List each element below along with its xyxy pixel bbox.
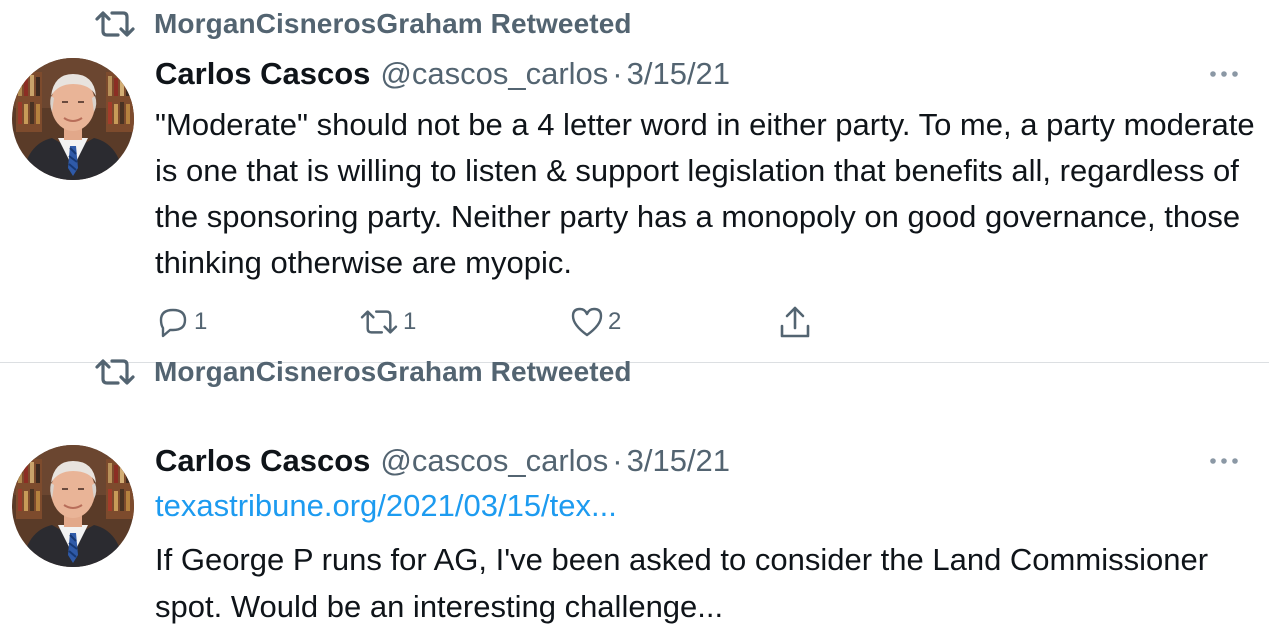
retweeted-by-label[interactable]: MorganCisnerosGraham Retweeted: [154, 8, 632, 40]
tweet-link[interactable]: texastribune.org/2021/03/15/tex...: [155, 488, 617, 524]
more-icon[interactable]: [1205, 449, 1243, 473]
retweet-icon: [359, 306, 399, 338]
author-name[interactable]: Carlos Cascos: [155, 56, 370, 92]
tweet-header: Carlos Cascos @cascos_carlos · 3/15/21: [155, 441, 730, 481]
author-name[interactable]: Carlos Cascos: [155, 443, 370, 479]
tweet-text: "Moderate" should not be a 4 letter word…: [155, 107, 1255, 280]
reply-count: 1: [194, 308, 208, 335]
author-handle[interactable]: @cascos_carlos: [380, 443, 608, 479]
retweet-icon: [94, 355, 136, 389]
author-handle[interactable]: @cascos_carlos: [380, 56, 608, 92]
tweet-date[interactable]: 3/15/21: [627, 443, 730, 479]
retweet-context: MorganCisnerosGraham Retweeted: [94, 6, 632, 42]
tweet-text: If George P runs for AG, I've been asked…: [155, 542, 1209, 624]
retweet-icon: [94, 7, 136, 41]
separator-dot: ·: [612, 443, 623, 478]
retweet-context: MorganCisnerosGraham Retweeted: [94, 354, 632, 390]
retweeted-by-label[interactable]: MorganCisnerosGraham Retweeted: [154, 356, 632, 388]
avatar[interactable]: [12, 445, 134, 567]
avatar[interactable]: [12, 58, 134, 180]
more-icon[interactable]: [1205, 62, 1243, 86]
like-button[interactable]: 2: [570, 300, 621, 344]
reply-button[interactable]: 1: [156, 300, 207, 344]
separator-dot: ·: [612, 56, 623, 91]
retweet-button[interactable]: 1: [359, 300, 416, 344]
tweet-header: Carlos Cascos @cascos_carlos · 3/15/21: [155, 54, 730, 94]
retweet-count: 1: [403, 308, 417, 335]
like-count: 2: [608, 308, 622, 335]
share-button[interactable]: [778, 300, 812, 344]
tweet[interactable]: MorganCisnerosGraham Retweeted Carlos Ca…: [0, 356, 1269, 633]
tweet-date[interactable]: 3/15/21: [627, 56, 730, 92]
reply-icon: [156, 305, 190, 339]
heart-icon: [570, 306, 604, 338]
tweet[interactable]: MorganCisnerosGraham Retweeted Carlos Ca…: [0, 0, 1269, 362]
tweet-actions: 1 1 2: [0, 300, 1269, 344]
share-icon: [778, 304, 812, 340]
